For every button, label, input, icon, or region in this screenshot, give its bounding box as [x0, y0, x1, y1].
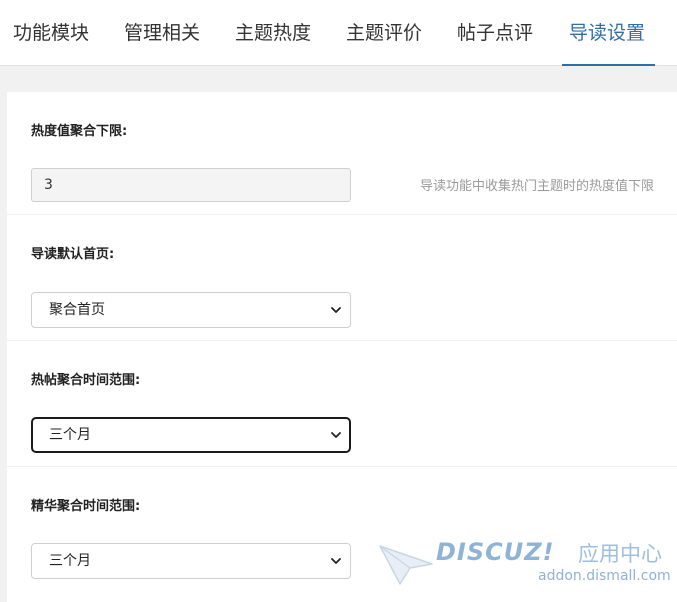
- chevron-down-icon: [331, 307, 341, 313]
- row-divider: [7, 340, 677, 341]
- tab-feature-modules[interactable]: 功能模块: [13, 0, 89, 66]
- tab-thread-rating[interactable]: 主题评价: [346, 0, 422, 66]
- default-home-select[interactable]: 聚合首页: [31, 292, 351, 328]
- watermark-domain: addon.dismall.com: [538, 568, 671, 584]
- hot-range-select[interactable]: 三个月: [31, 417, 351, 453]
- settings-panel: 热度值聚合下限: 导读功能中收集热门主题时的热度值下限 导读默认首页: 聚合首页…: [7, 92, 677, 602]
- tab-post-comment[interactable]: 帖子点评: [457, 0, 533, 66]
- watermark-suffix: 应用中心: [578, 542, 662, 566]
- watermark-brand: DISCUZ!: [436, 538, 555, 566]
- cursor-arrow-icon: [379, 545, 433, 585]
- row-divider: [7, 466, 677, 467]
- tab-management[interactable]: 管理相关: [124, 0, 200, 66]
- default-home-label: 导读默认首页:: [31, 247, 115, 262]
- heat-limit-input[interactable]: [31, 168, 351, 202]
- heat-limit-hint: 导读功能中收集热门主题时的热度值下限: [420, 179, 655, 194]
- tab-thread-heat[interactable]: 主题热度: [235, 0, 311, 66]
- heat-limit-label: 热度值聚合下限:: [31, 124, 128, 139]
- digest-range-selected-value: 三个月: [49, 553, 91, 569]
- chevron-down-icon: [331, 558, 341, 564]
- active-tab-indicator: [562, 64, 655, 66]
- row-divider: [7, 214, 677, 215]
- default-home-selected-value: 聚合首页: [49, 302, 105, 318]
- digest-range-label: 精华聚合时间范围:: [31, 499, 141, 514]
- discuz-watermark: DISCUZ! 应用中心 addon.dismall.com: [378, 536, 671, 590]
- tab-guide-settings[interactable]: 导读设置: [569, 0, 645, 66]
- hot-range-selected-value: 三个月: [49, 427, 91, 443]
- chevron-down-icon: [331, 432, 341, 438]
- tab-bar: 功能模块 管理相关 主题热度 主题评价 帖子点评 导读设置: [0, 0, 677, 66]
- digest-range-select[interactable]: 三个月: [31, 543, 351, 579]
- hot-range-label: 热帖聚合时间范围:: [31, 373, 141, 388]
